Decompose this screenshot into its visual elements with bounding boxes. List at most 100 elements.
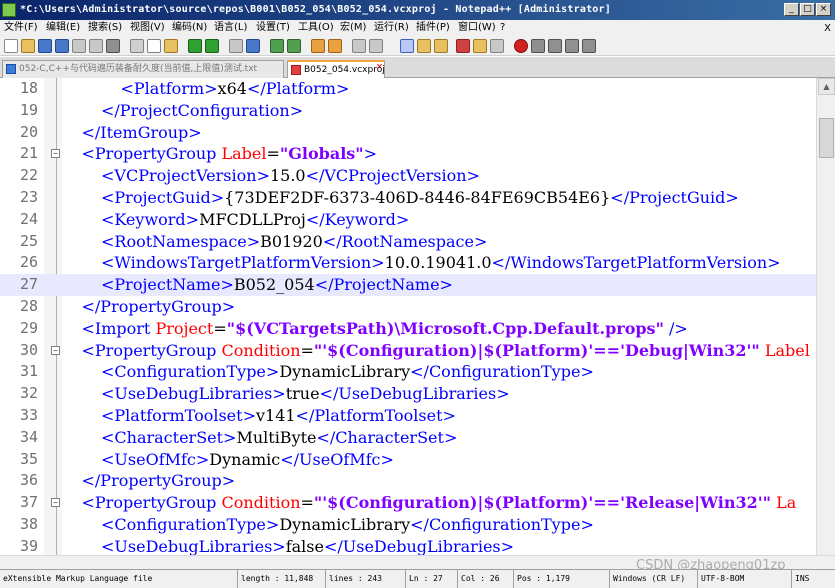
xml-token: </ [322,231,342,251]
save-icon[interactable] [38,39,52,53]
zoom-out-icon[interactable] [287,39,301,53]
menu-encoding[interactable]: 编码(N) [172,20,207,36]
redo-icon[interactable] [205,39,219,53]
copy-icon[interactable] [147,39,161,53]
code-line[interactable]: 38 <ConfigurationType>DynamicLibrary</Con… [0,514,816,536]
menu-view[interactable]: 视图(V) [130,20,165,36]
menu-file[interactable]: 文件(F) [4,20,38,36]
cut-icon[interactable] [130,39,144,53]
code-line[interactable]: 22 <VCProjectVersion>15.0</VCProjectVersi… [0,165,816,187]
xml-token: > [371,253,385,273]
code-line[interactable]: 28 </PropertyGroup> [0,296,816,318]
fold-toggle-icon[interactable]: − [51,498,60,508]
status-eol[interactable]: Windows (CR LF) [610,570,698,588]
status-insert-mode[interactable]: INS [792,570,835,588]
tab-txt-file[interactable]: 052-C,C++与代码遍历装备耐久度(当前值,上限值)测试.txt [2,60,284,78]
code-lines: 18 <Platform>x64</Platform> 19 </ProjectCon… [0,78,816,555]
code-line[interactable]: 19 </ProjectConfiguration> [0,100,816,122]
menu-settings[interactable]: 设置(T) [256,20,290,36]
code-line-text: <PropertyGroup Condition="'$(Configurati… [82,340,810,362]
vertical-scroll-thumb[interactable] [819,118,834,158]
print-icon[interactable] [106,39,120,53]
xml-token: Keyword [324,209,396,229]
fold-toggle-icon[interactable]: − [51,149,60,159]
zoom-in-icon[interactable] [270,39,284,53]
fold-toggle-icon[interactable]: − [51,345,60,355]
code-line[interactable]: 33 <PlatformToolset>v141</PlatformToolset… [0,405,816,427]
indent-guide-icon[interactable] [400,39,414,53]
vertical-scrollbar[interactable]: ▲ [816,78,835,555]
xml-token: </ [305,209,325,229]
menu-tools[interactable]: 工具(O) [298,20,334,36]
minimize-button[interactable]: _ [784,3,799,16]
code-line[interactable]: 34 <CharacterSet>MultiByte</CharacterSet> [0,427,816,449]
sync-horizontal-icon[interactable] [328,39,342,53]
doc-map-icon[interactable] [434,39,448,53]
status-encoding[interactable]: UTF-8-BOM [698,570,792,588]
close-button[interactable]: × [816,3,831,16]
menu-macro[interactable]: 宏(M) [340,20,366,36]
show-all-chars-icon[interactable] [369,39,383,53]
sync-vertical-icon[interactable] [311,39,325,53]
close-icon[interactable] [72,39,86,53]
xml-token: < [120,79,134,98]
code-line[interactable]: 25 <RootNamespace>B01920</RootNamespace> [0,231,816,253]
close-all-icon[interactable] [89,39,103,53]
notepadpp-app-icon[interactable] [2,3,16,17]
code-line[interactable]: 30 − <PropertyGroup Condition="'$(Configur… [0,340,816,362]
line-number: 31 [19,362,38,381]
close-document-button[interactable]: X [824,21,831,37]
code-line[interactable]: 29 <Import Project="$(VCTargetsPath)\Micr… [0,318,816,340]
xml-token: > [289,100,304,120]
function-list-icon[interactable] [456,39,470,53]
folder-workspace-icon[interactable] [473,39,487,53]
menu-run[interactable]: 运行(R) [374,20,409,36]
code-line[interactable]: 18 <Platform>x64</Platform> [0,78,816,100]
undo-icon[interactable] [188,39,202,53]
run-macro-multiple-icon[interactable] [565,39,579,53]
word-wrap-icon[interactable] [352,39,366,53]
tab-vcxproj-file[interactable]: B052_054.vcxproj [287,60,385,78]
find-icon[interactable] [229,39,243,53]
code-line[interactable]: 24 <Keyword>MFCDLLProj</Keyword> [0,209,816,231]
record-macro-icon[interactable] [514,39,528,53]
menu-language[interactable]: 语言(L) [214,20,247,36]
code-line[interactable]: 23 <ProjectGuid>{73DEF2DF-6373-406D-8446-… [0,187,816,209]
menu-edit[interactable]: 编辑(E) [46,20,80,36]
replace-icon[interactable] [246,39,260,53]
menu-search[interactable]: 搜索(S) [88,20,122,36]
code-line[interactable]: 27 <ProjectName>B052_054</ProjectName> [0,274,816,296]
menu-plugins[interactable]: 插件(P) [416,20,450,36]
code-line[interactable]: 36 </PropertyGroup> [0,470,816,492]
tab-close-icon[interactable]: × [374,62,385,73]
scroll-up-arrow-icon[interactable]: ▲ [818,78,835,95]
xml-token: La [776,493,797,513]
menu-window[interactable]: 窗口(W) [458,20,496,36]
code-line[interactable]: 35 <UseOfMfc>Dynamic</UseOfMfc> [0,449,816,471]
code-line[interactable]: 20 </ItemGroup> [0,122,816,144]
code-line[interactable]: 21 − <PropertyGroup Label="Globals"> [0,143,816,165]
stop-macro-icon[interactable] [531,39,545,53]
new-file-icon[interactable] [4,39,18,53]
user-defined-lang-icon[interactable] [417,39,431,53]
save-macro-icon[interactable] [582,39,596,53]
open-file-icon[interactable] [21,39,35,53]
xml-token: ProjectName [114,275,221,295]
xml-token: ProjectGuid [629,187,726,207]
paste-icon[interactable] [164,39,178,53]
xml-token: > [265,362,280,382]
code-line[interactable]: 32 <UseDebugLibraries>true</UseDebugLibra… [0,383,816,405]
save-all-icon[interactable] [55,39,69,53]
code-line[interactable]: 31 <ConfigurationType>DynamicLibrary</Con… [0,361,816,383]
restore-button[interactable]: □ [800,3,815,16]
code-editor[interactable]: 18 <Platform>x64</Platform> 19 </ProjectCon… [0,78,816,555]
monitoring-icon[interactable] [490,39,504,53]
play-macro-icon[interactable] [548,39,562,53]
code-line-text: <ConfigurationType>DynamicLibrary</Confi… [101,361,594,383]
menu-help[interactable]: ? [500,20,505,36]
code-line-text: <PlatformToolset>v141</PlatformToolset> [101,405,456,427]
code-line[interactable]: 37 − <PropertyGroup Condition="'$(Configur… [0,492,816,514]
code-line[interactable]: 26 <WindowsTargetPlatformVersion>10.0.190… [0,252,816,274]
code-line[interactable]: 39 <UseDebugLibraries>false</UseDebugLibr… [0,536,816,555]
xml-token: > [363,144,378,164]
